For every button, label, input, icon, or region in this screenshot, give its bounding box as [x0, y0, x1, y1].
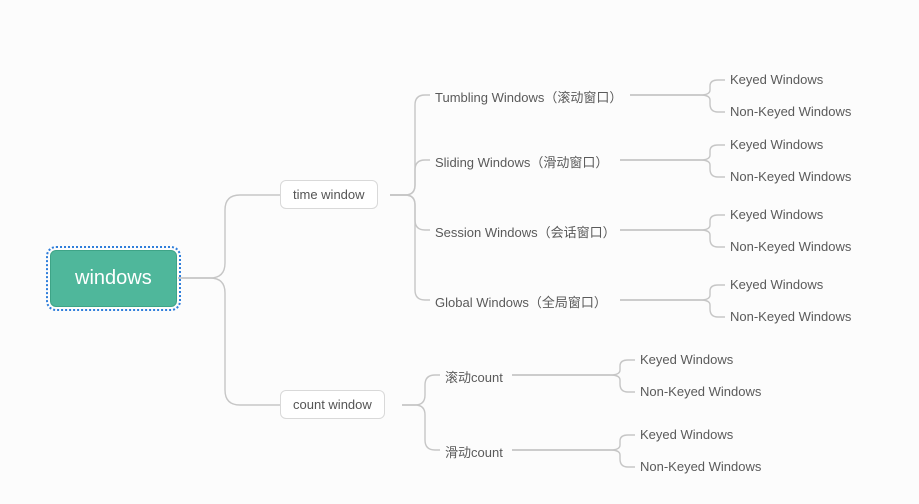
leaf-keyed[interactable]: Keyed Windows	[640, 427, 733, 442]
leaf-nonkeyed[interactable]: Non-Keyed Windows	[730, 169, 851, 184]
leaf-label: Non-Keyed Windows	[640, 384, 761, 399]
node-count-gun[interactable]: 滚动count	[445, 367, 503, 386]
node-label: 滑动count	[445, 445, 503, 460]
node-count-window[interactable]: count window	[280, 390, 385, 419]
leaf-nonkeyed[interactable]: Non-Keyed Windows	[730, 104, 851, 119]
root-node[interactable]: windows	[50, 250, 177, 307]
leaf-label: Non-Keyed Windows	[730, 169, 851, 184]
node-count-hua[interactable]: 滑动count	[445, 442, 503, 461]
leaf-nonkeyed[interactable]: Non-Keyed Windows	[730, 309, 851, 324]
node-label: time window	[293, 187, 365, 202]
leaf-label: Keyed Windows	[730, 72, 823, 87]
leaf-label: Keyed Windows	[640, 427, 733, 442]
leaf-keyed[interactable]: Keyed Windows	[640, 352, 733, 367]
leaf-keyed[interactable]: Keyed Windows	[730, 137, 823, 152]
leaf-label: Keyed Windows	[730, 207, 823, 222]
root-label: windows	[75, 267, 152, 290]
node-label: count window	[293, 397, 372, 412]
node-label: Global Windows（全局窗口）	[435, 295, 607, 310]
leaf-label: Keyed Windows	[730, 137, 823, 152]
node-tumbling[interactable]: Tumbling Windows（滚动窗口）	[435, 87, 622, 106]
leaf-label: Non-Keyed Windows	[730, 309, 851, 324]
leaf-nonkeyed[interactable]: Non-Keyed Windows	[640, 459, 761, 474]
node-sliding[interactable]: Sliding Windows（滑动窗口）	[435, 152, 608, 171]
leaf-nonkeyed[interactable]: Non-Keyed Windows	[640, 384, 761, 399]
node-session[interactable]: Session Windows（会话窗口）	[435, 222, 616, 241]
leaf-label: Keyed Windows	[730, 277, 823, 292]
leaf-nonkeyed[interactable]: Non-Keyed Windows	[730, 239, 851, 254]
leaf-label: Non-Keyed Windows	[640, 459, 761, 474]
node-label: Session Windows（会话窗口）	[435, 225, 616, 240]
leaf-keyed[interactable]: Keyed Windows	[730, 72, 823, 87]
node-label: Sliding Windows（滑动窗口）	[435, 155, 608, 170]
leaf-label: Non-Keyed Windows	[730, 239, 851, 254]
leaf-keyed[interactable]: Keyed Windows	[730, 277, 823, 292]
node-global[interactable]: Global Windows（全局窗口）	[435, 292, 607, 311]
node-label: 滚动count	[445, 370, 503, 385]
node-label: Tumbling Windows（滚动窗口）	[435, 90, 622, 105]
leaf-label: Keyed Windows	[640, 352, 733, 367]
mindmap-canvas: windows time window count window Tumblin…	[0, 0, 919, 504]
leaf-label: Non-Keyed Windows	[730, 104, 851, 119]
node-time-window[interactable]: time window	[280, 180, 378, 209]
leaf-keyed[interactable]: Keyed Windows	[730, 207, 823, 222]
